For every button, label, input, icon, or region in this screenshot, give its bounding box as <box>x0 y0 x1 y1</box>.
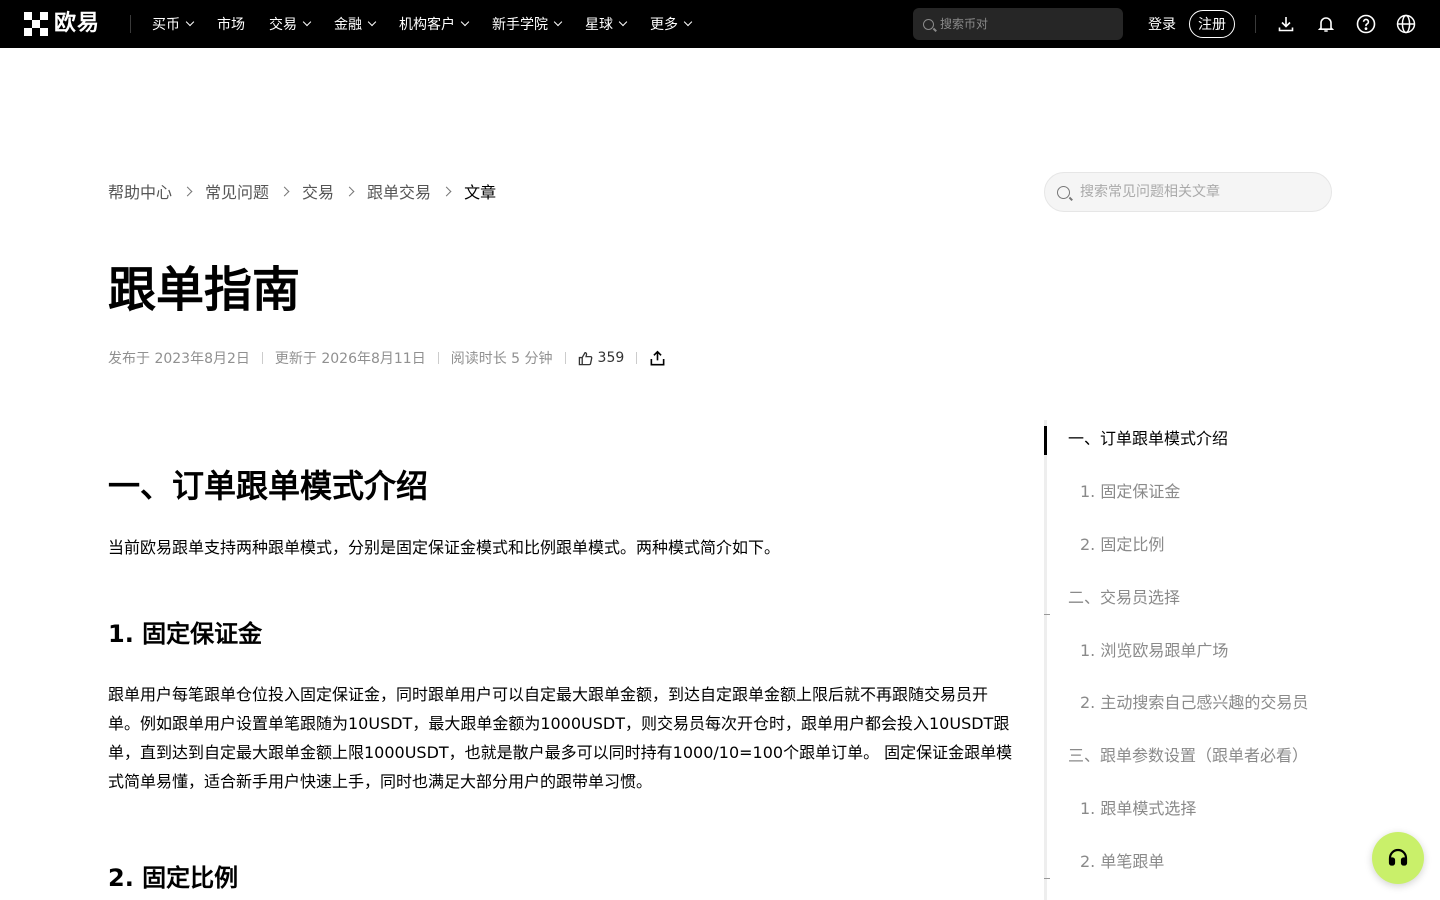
breadcrumb-trade[interactable]: 交易 <box>302 179 334 203</box>
toc-item[interactable]: 1. 浏览欧易跟单广场 <box>1080 639 1228 663</box>
pair-search-input[interactable] <box>940 17 1100 31</box>
nav-item-planet[interactable]: 星球 <box>585 14 628 34</box>
nav-item-label: 金融 <box>334 17 362 33</box>
nav-item-label: 更多 <box>650 17 678 33</box>
chevron-right-icon <box>279 186 290 196</box>
nav-item-buy-crypto[interactable]: 买币 <box>152 14 195 34</box>
nav-item-label: 新手学院 <box>492 17 548 33</box>
toc-item[interactable]: 二、交易员选择 <box>1068 586 1180 610</box>
search-icon <box>923 18 934 30</box>
pair-search-box[interactable] <box>913 8 1123 40</box>
toc-item[interactable]: 1. 跟单模式选择 <box>1080 797 1196 821</box>
chevron-down-icon <box>460 17 470 27</box>
meta-divider <box>437 352 439 364</box>
nav-item-markets[interactable]: 市场 <box>217 14 245 34</box>
help-icon[interactable] <box>1354 12 1378 36</box>
main-nav: 买币 市场 交易 金融 机构客户 新手学院 星球 更多 <box>152 0 715 48</box>
chevron-down-icon <box>367 17 377 27</box>
section-1-intro: 当前欧易跟单支持两种跟单模式，分别是固定保证金模式和比例跟单模式。两种模式简介如… <box>108 538 781 557</box>
nav-item-label: 交易 <box>269 17 297 33</box>
login-link[interactable]: 登录 <box>1148 14 1176 34</box>
like-count: 359 <box>597 350 625 366</box>
subsection-fixed-margin-body: 跟单用户每笔跟单仓位投入固定保证金，同时跟单用户可以自定最大跟单金额，到达自定跟… <box>108 685 1013 791</box>
thumbs-up-icon <box>578 351 592 365</box>
breadcrumb-article: 文章 <box>464 183 497 202</box>
toc-active-indicator <box>1044 426 1047 455</box>
breadcrumb-faq[interactable]: 常见问题 <box>205 179 269 203</box>
nav-item-label: 星球 <box>585 17 613 33</box>
chevron-down-icon <box>618 17 628 27</box>
nav-item-more[interactable]: 更多 <box>650 14 693 34</box>
globe-icon[interactable] <box>1394 12 1418 36</box>
page-title: 跟单指南 <box>108 262 301 318</box>
toc-item[interactable]: 一、订单跟单模式介绍 <box>1068 427 1228 451</box>
nav-item-trade[interactable]: 交易 <box>269 14 312 34</box>
breadcrumb: 帮助中心 常见问题 交易 跟单交易 文章 <box>108 179 496 203</box>
share-button[interactable] <box>649 350 666 367</box>
nav-item-finance[interactable]: 金融 <box>334 14 377 34</box>
section-heading-1: 一、订单跟单模式介绍 <box>108 467 429 505</box>
toc-item[interactable]: 1. 固定保证金 <box>1080 480 1180 504</box>
faq-search-box[interactable] <box>1044 172 1332 212</box>
breadcrumb-copy-trading[interactable]: 跟单交易 <box>367 179 431 203</box>
published-date: 发布于 2023年8月2日 <box>108 351 250 367</box>
toc-rail <box>1044 420 1047 900</box>
brand-name: 欧易 <box>54 11 101 36</box>
nav-item-label: 买币 <box>152 17 180 33</box>
table-of-contents: 一、订单跟单模式介绍 1. 固定保证金 2. 固定比例 二、交易员选择 1. 浏… <box>1044 420 1344 900</box>
chevron-right-icon <box>344 186 355 196</box>
meta-divider <box>636 352 638 364</box>
search-icon <box>1057 185 1070 199</box>
nav-divider <box>130 15 131 33</box>
bell-icon[interactable] <box>1314 12 1338 36</box>
okx-logo-icon <box>24 12 48 36</box>
nav-item-label: 机构客户 <box>399 17 455 33</box>
read-time: 阅读时长 5 分钟 <box>450 351 553 367</box>
article-body: 一、订单跟单模式介绍 当前欧易跟单支持两种跟单模式，分别是固定保证金模式和比例跟… <box>108 460 1018 898</box>
subsection-heading-fixed-margin: 1. 固定保证金 <box>108 620 263 648</box>
toc-item[interactable]: 三、跟单参数设置（跟单者必看） <box>1068 744 1308 768</box>
breadcrumb-help-center[interactable]: 帮助中心 <box>108 179 172 203</box>
meta-divider <box>564 352 566 364</box>
toc-item[interactable]: 2. 单笔跟单 <box>1080 850 1164 874</box>
top-navigation-bar: 欧易 买币 市场 交易 金融 机构客户 新手学院 星球 更多 登录 注册 <box>0 0 1440 48</box>
toc-item[interactable]: 2. 固定比例 <box>1080 533 1164 557</box>
toc-section-tick <box>1044 614 1050 615</box>
register-button[interactable]: 注册 <box>1189 10 1235 38</box>
nav-item-label: 市场 <box>217 17 245 33</box>
article-meta: 发布于 2023年8月2日 更新于 2026年8月11日 阅读时长 5 分钟 3… <box>108 347 666 369</box>
share-icon <box>650 350 665 365</box>
chevron-down-icon <box>553 17 563 27</box>
chevron-right-icon <box>182 186 193 196</box>
chevron-down-icon <box>185 17 195 27</box>
nav-divider <box>1255 15 1256 33</box>
nav-item-academy[interactable]: 新手学院 <box>492 14 563 34</box>
meta-divider <box>261 352 263 364</box>
toc-section-tick <box>1044 878 1050 879</box>
nav-item-institutional[interactable]: 机构客户 <box>399 14 470 34</box>
customer-support-button[interactable] <box>1372 832 1424 884</box>
toc-item[interactable]: 2. 主动搜索自己感兴趣的交易员 <box>1080 691 1308 715</box>
download-icon[interactable] <box>1274 12 1298 36</box>
chevron-down-icon <box>302 17 312 27</box>
subsection-heading-fixed-ratio: 2. 固定比例 <box>108 864 239 892</box>
headset-icon <box>1388 848 1408 866</box>
like-button[interactable]: 359 <box>578 350 625 366</box>
chevron-down-icon <box>683 17 693 27</box>
faq-search-input[interactable] <box>1080 184 1310 200</box>
updated-date: 更新于 2026年8月11日 <box>274 351 426 367</box>
brand-logo[interactable]: 欧易 <box>24 12 100 36</box>
chevron-right-icon <box>441 186 452 196</box>
